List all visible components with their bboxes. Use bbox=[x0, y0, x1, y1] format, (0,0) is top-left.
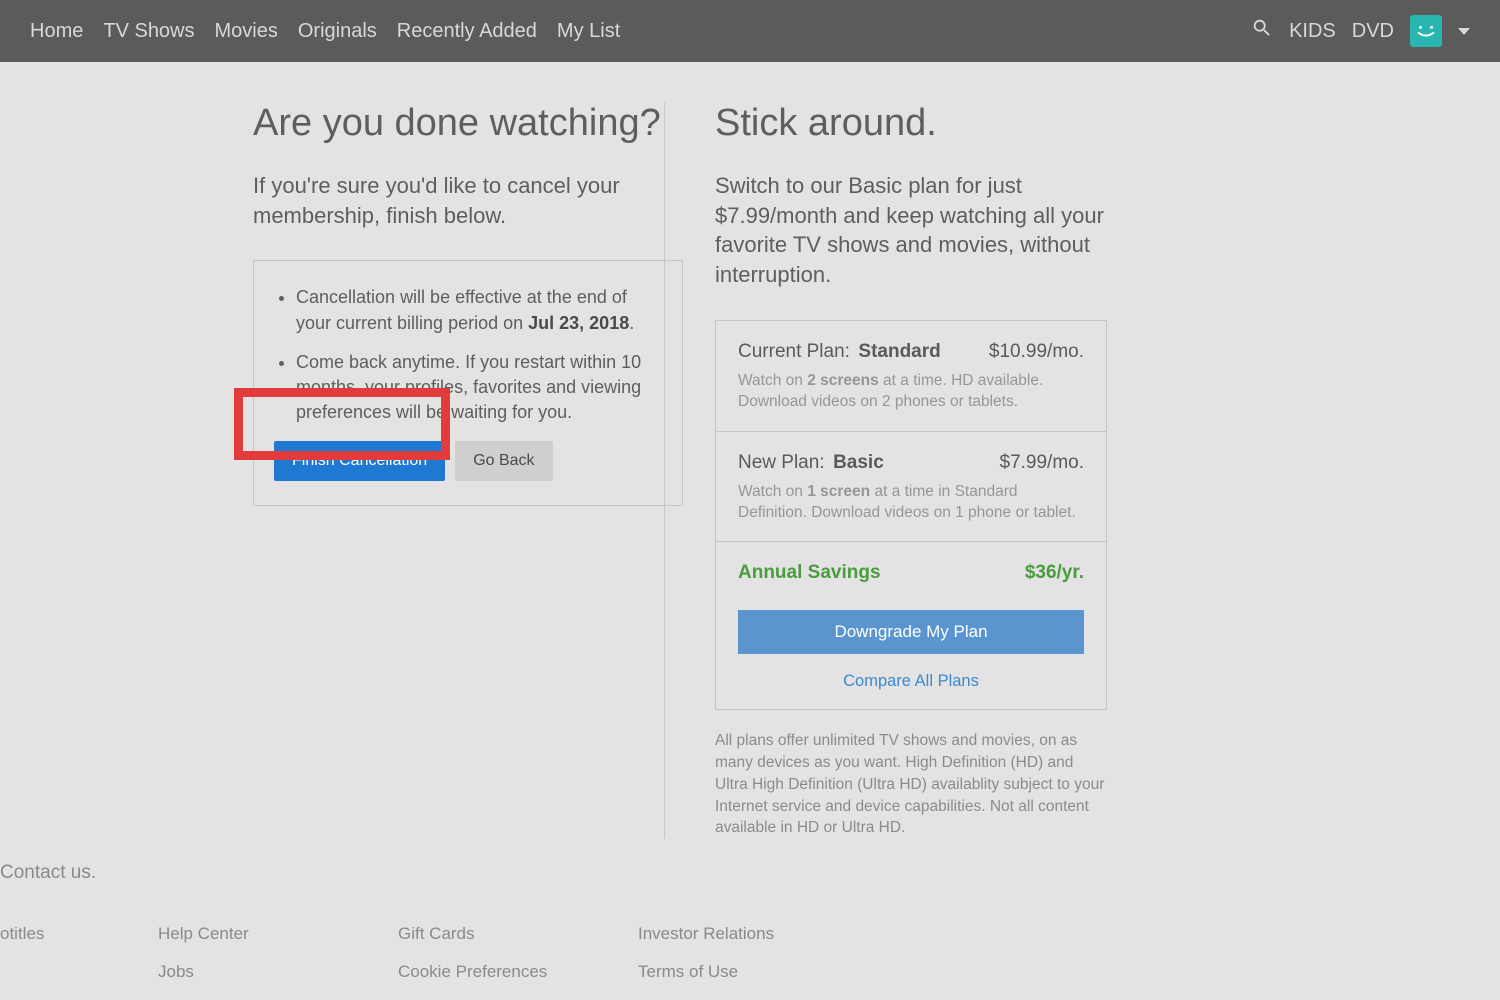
new-plan-desc-bold: 1 screen bbox=[807, 483, 870, 500]
nav-movies[interactable]: Movies bbox=[215, 20, 278, 43]
stick-around-lead: Switch to our Basic plan for just $7.99/… bbox=[715, 171, 1135, 290]
current-plan-label: Current Plan: bbox=[738, 341, 850, 362]
current-plan-desc: Watch on 2 screens at a time. HD availab… bbox=[738, 371, 1084, 413]
plan-fineprint: All plans offer unlimited TV shows and m… bbox=[715, 730, 1107, 838]
new-plan-section: New Plan: Basic $7.99/mo. Watch on 1 scr… bbox=[716, 432, 1106, 543]
footer-link-help-center[interactable]: Help Center bbox=[158, 924, 398, 944]
cancel-button-row: Finish Cancellation Go Back bbox=[274, 441, 662, 481]
savings-value: $36/yr. bbox=[1025, 562, 1084, 584]
cancel-lead: If you're sure you'd like to cancel your… bbox=[253, 171, 664, 230]
footer-link-investor-relations[interactable]: Investor Relations bbox=[638, 924, 878, 944]
nav-right: KIDS DVD bbox=[1251, 15, 1470, 47]
nav-tv-shows[interactable]: TV Shows bbox=[103, 20, 194, 43]
cancel-bullet-1-date: Jul 23, 2018 bbox=[528, 313, 629, 333]
nav-recently-added[interactable]: Recently Added bbox=[397, 20, 537, 43]
nav-kids[interactable]: KIDS bbox=[1289, 20, 1336, 43]
cancel-bullet-1: Cancellation will be effective at the en… bbox=[296, 285, 662, 335]
profile-avatar[interactable] bbox=[1410, 15, 1442, 47]
nav-left: Home TV Shows Movies Originals Recently … bbox=[30, 20, 620, 43]
new-plan-price: $7.99/mo. bbox=[1000, 452, 1085, 474]
go-back-button[interactable]: Go Back bbox=[455, 441, 552, 481]
footer-link-gift-cards[interactable]: Gift Cards bbox=[398, 924, 638, 944]
footer: Contact us. otitles Help Center Jobs Gif… bbox=[0, 862, 1500, 1000]
cancel-bullet-2: Come back anytime. If you restart within… bbox=[296, 350, 662, 426]
savings-label: Annual Savings bbox=[738, 562, 881, 584]
nav-my-list[interactable]: My List bbox=[557, 20, 620, 43]
nav-home[interactable]: Home bbox=[30, 20, 83, 43]
current-plan-desc-bold: 2 screens bbox=[807, 372, 879, 389]
top-nav: Home TV Shows Movies Originals Recently … bbox=[0, 0, 1500, 62]
current-plan-section: Current Plan: Standard $10.99/mo. Watch … bbox=[716, 321, 1106, 432]
new-plan-label: New Plan: bbox=[738, 452, 825, 473]
downgrade-column: Stick around. Switch to our Basic plan f… bbox=[665, 102, 1365, 839]
downgrade-button[interactable]: Downgrade My Plan bbox=[738, 610, 1084, 654]
main-content: Are you done watching? If you're sure yo… bbox=[0, 62, 1500, 839]
new-plan-desc-pre: Watch on bbox=[738, 483, 807, 500]
current-plan-price: $10.99/mo. bbox=[989, 341, 1084, 363]
plan-box: Current Plan: Standard $10.99/mo. Watch … bbox=[715, 320, 1107, 711]
new-plan-name: Basic bbox=[833, 452, 884, 473]
compare-all-plans-link[interactable]: Compare All Plans bbox=[738, 672, 1084, 691]
nav-dvd[interactable]: DVD bbox=[1352, 20, 1394, 43]
footer-link-cookie-preferences[interactable]: Cookie Preferences bbox=[398, 962, 638, 982]
cancel-column: Are you done watching? If you're sure yo… bbox=[135, 102, 665, 839]
current-plan-name: Standard bbox=[858, 341, 940, 362]
cancel-bullet-1-post: . bbox=[629, 313, 634, 333]
footer-link-jobs[interactable]: Jobs bbox=[158, 962, 398, 982]
cancel-heading: Are you done watching? bbox=[253, 102, 664, 145]
cancel-box: Cancellation will be effective at the en… bbox=[253, 260, 683, 506]
search-icon[interactable] bbox=[1251, 17, 1273, 45]
stick-around-heading: Stick around. bbox=[715, 102, 1365, 145]
savings-section: Annual Savings $36/yr. Downgrade My Plan… bbox=[716, 542, 1106, 709]
profile-caret-icon[interactable] bbox=[1458, 28, 1470, 35]
current-plan-desc-pre: Watch on bbox=[738, 372, 807, 389]
footer-contact[interactable]: Contact us. bbox=[0, 862, 1500, 884]
footer-link-otitles[interactable]: otitles bbox=[0, 924, 158, 944]
nav-originals[interactable]: Originals bbox=[298, 20, 377, 43]
footer-link-terms-of-use[interactable]: Terms of Use bbox=[638, 962, 878, 982]
new-plan-desc: Watch on 1 screen at a time in Standard … bbox=[738, 482, 1084, 524]
finish-cancellation-button[interactable]: Finish Cancellation bbox=[274, 441, 445, 481]
